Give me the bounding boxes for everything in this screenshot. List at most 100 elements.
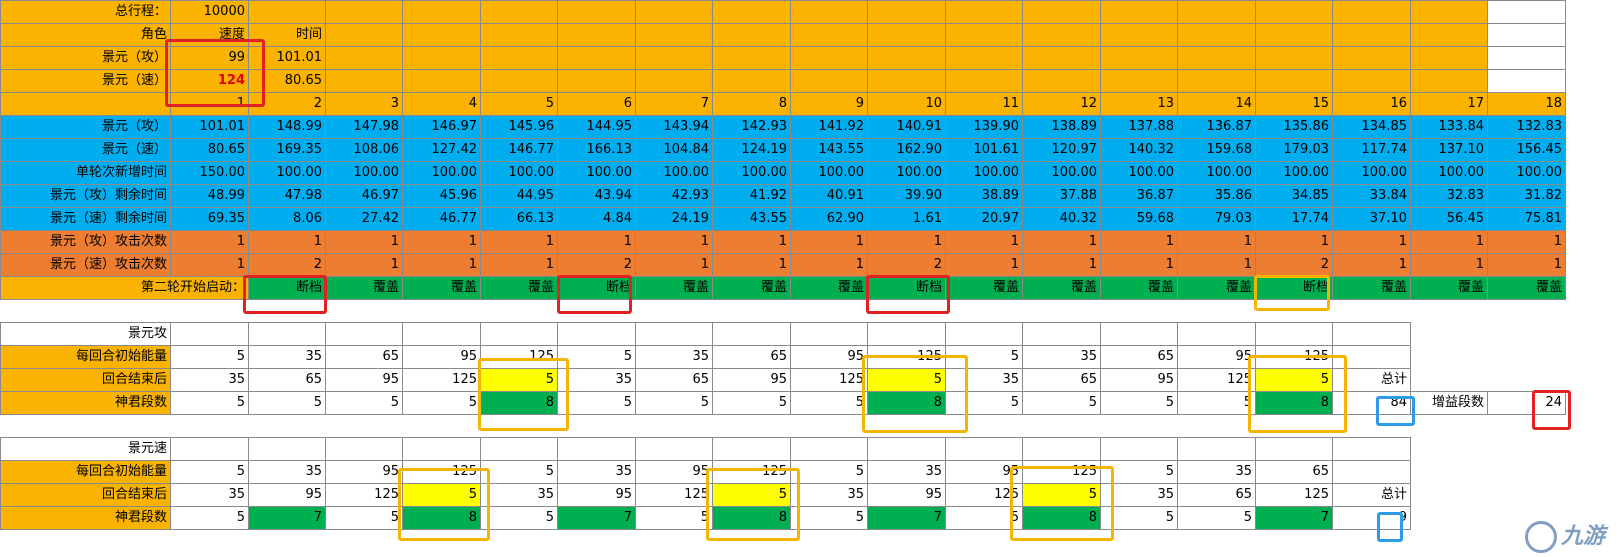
gain-label[interactable]: 增益段数 [1410, 391, 1488, 415]
row-spd-av-cell[interactable]: 146.77 [480, 138, 558, 162]
round2-status[interactable]: 断档 [248, 276, 326, 300]
empty-cell[interactable] [325, 322, 403, 346]
empty-cell[interactable] [1332, 46, 1411, 70]
empty-cell[interactable] [1100, 46, 1178, 70]
stacks-cell[interactable]: 5 [1100, 506, 1178, 530]
empty-cell[interactable] [1022, 437, 1101, 461]
stacks-cell[interactable]: 8 [867, 391, 946, 415]
empty-cell[interactable] [1022, 0, 1101, 24]
row-new-time-cell[interactable]: 100.00 [867, 161, 946, 185]
row-spd-hits-cell[interactable]: 1 [945, 253, 1023, 277]
row-spd-av-cell[interactable]: 140.32 [1100, 138, 1178, 162]
end-energy-cell[interactable]: 35 [170, 368, 249, 392]
row-new-time-cell[interactable]: 100.00 [480, 161, 558, 185]
empty-cell[interactable] [1100, 0, 1178, 24]
stacks-cell[interactable]: 5 [325, 506, 403, 530]
end-energy-cell[interactable]: 125 [945, 483, 1023, 507]
row-spd-hits-cell[interactable]: 2 [867, 253, 946, 277]
row-atk-remain-cell[interactable]: 41.92 [712, 184, 791, 208]
stacks-cell[interactable]: 5 [170, 391, 249, 415]
empty-cell[interactable] [1022, 23, 1101, 47]
row-new-time-label[interactable]: 单轮次新增时间 [0, 161, 171, 185]
spd-end-energy-label[interactable]: 回合结束后 [0, 483, 171, 507]
row-new-time-cell[interactable]: 100.00 [1022, 161, 1101, 185]
row-spd-remain-cell[interactable]: 69.35 [170, 207, 249, 231]
start-energy-cell[interactable]: 5 [557, 345, 636, 369]
empty-cell[interactable] [712, 437, 791, 461]
empty-cell[interactable] [790, 69, 868, 93]
row-spd-hits-cell[interactable]: 1 [1100, 253, 1178, 277]
row-atk-av-label[interactable]: 景元（攻） [0, 115, 171, 139]
row-spd-av-cell[interactable]: 166.13 [557, 138, 636, 162]
row-spd-remain-cell[interactable]: 59.68 [1100, 207, 1178, 231]
end-energy-cell[interactable]: 35 [790, 483, 868, 507]
end-energy-cell[interactable]: 125 [1177, 368, 1256, 392]
turn-number[interactable]: 10 [867, 92, 946, 116]
row-new-time-cell[interactable]: 150.00 [170, 161, 249, 185]
gain-value[interactable]: 24 [1487, 391, 1566, 415]
empty-cell[interactable] [790, 23, 868, 47]
empty-cell[interactable] [170, 322, 249, 346]
row-atk-hits-cell[interactable]: 1 [1487, 230, 1566, 254]
empty-cell[interactable] [712, 322, 791, 346]
empty-cell[interactable] [1177, 69, 1256, 93]
row-atk-remain-cell[interactable]: 42.93 [635, 184, 713, 208]
end-energy-cell[interactable]: 5 [867, 368, 946, 392]
start-energy-cell[interactable]: 5 [170, 460, 249, 484]
empty-cell[interactable] [1487, 0, 1566, 24]
row-atk-av-cell[interactable]: 143.94 [635, 115, 713, 139]
row-new-time-cell[interactable]: 100.00 [248, 161, 326, 185]
empty-cell[interactable] [480, 0, 558, 24]
row-atk-hits-label[interactable]: 景元（攻）攻击次数 [0, 230, 171, 254]
empty-cell[interactable] [1177, 437, 1256, 461]
round2-status[interactable]: 覆盖 [712, 276, 791, 300]
row-spd-hits-cell[interactable]: 1 [1487, 253, 1566, 277]
stacks-cell[interactable]: 5 [170, 506, 249, 530]
start-energy-cell[interactable]: 35 [248, 460, 326, 484]
empty-cell[interactable] [712, 23, 791, 47]
row-spd-av-cell[interactable]: 162.90 [867, 138, 946, 162]
empty-cell[interactable] [170, 437, 249, 461]
empty-cell[interactable] [1487, 46, 1566, 70]
empty-cell[interactable] [1022, 46, 1101, 70]
turn-number[interactable]: 17 [1410, 92, 1488, 116]
start-energy-cell[interactable]: 65 [1100, 345, 1178, 369]
empty-cell[interactable] [1410, 23, 1488, 47]
row-atk-hits-cell[interactable]: 1 [1332, 230, 1411, 254]
row-spd-remain-cell[interactable]: 79.03 [1177, 207, 1256, 231]
row-atk-remain-cell[interactable]: 44.95 [480, 184, 558, 208]
row-atk-av-cell[interactable]: 137.88 [1100, 115, 1178, 139]
row-atk-remain-cell[interactable]: 46.97 [325, 184, 403, 208]
empty-cell[interactable] [325, 23, 403, 47]
row-atk-hits-cell[interactable]: 1 [1100, 230, 1178, 254]
row-atk-remain-cell[interactable]: 31.82 [1487, 184, 1566, 208]
row-atk-hits-cell[interactable]: 1 [1410, 230, 1488, 254]
start-energy-cell[interactable]: 95 [945, 460, 1023, 484]
start-energy-cell[interactable]: 95 [1177, 345, 1256, 369]
empty-cell[interactable] [1177, 46, 1256, 70]
end-energy-cell[interactable]: 65 [248, 368, 326, 392]
turn-number[interactable]: 4 [402, 92, 481, 116]
empty-cell[interactable] [790, 0, 868, 24]
row-atk-av-cell[interactable]: 132.83 [1487, 115, 1566, 139]
turn-number[interactable]: 15 [1255, 92, 1333, 116]
empty-cell[interactable] [402, 46, 481, 70]
row-atk-av-cell[interactable]: 146.97 [402, 115, 481, 139]
start-energy-cell[interactable]: 35 [248, 345, 326, 369]
atk-speed-value[interactable]: 99 [170, 46, 249, 70]
empty-cell[interactable] [1255, 0, 1333, 24]
row-spd-remain-cell[interactable]: 1.61 [867, 207, 946, 231]
row-spd-remain-cell[interactable]: 46.77 [402, 207, 481, 231]
row-spd-hits-cell[interactable]: 1 [325, 253, 403, 277]
spd-stacks-label[interactable]: 神君段数 [0, 506, 171, 530]
turn-number[interactable]: 3 [325, 92, 403, 116]
end-energy-cell[interactable]: 35 [480, 483, 558, 507]
row-atk-remain-cell[interactable]: 37.88 [1022, 184, 1101, 208]
stacks-cell[interactable]: 5 [480, 506, 558, 530]
empty-cell[interactable] [0, 92, 171, 116]
end-energy-cell[interactable]: 95 [712, 368, 791, 392]
row-spd-remain-cell[interactable]: 56.45 [1410, 207, 1488, 231]
stacks-cell[interactable]: 5 [790, 391, 868, 415]
empty-cell[interactable] [1332, 69, 1411, 93]
spd-start-energy-label[interactable]: 每回合初始能量 [0, 460, 171, 484]
